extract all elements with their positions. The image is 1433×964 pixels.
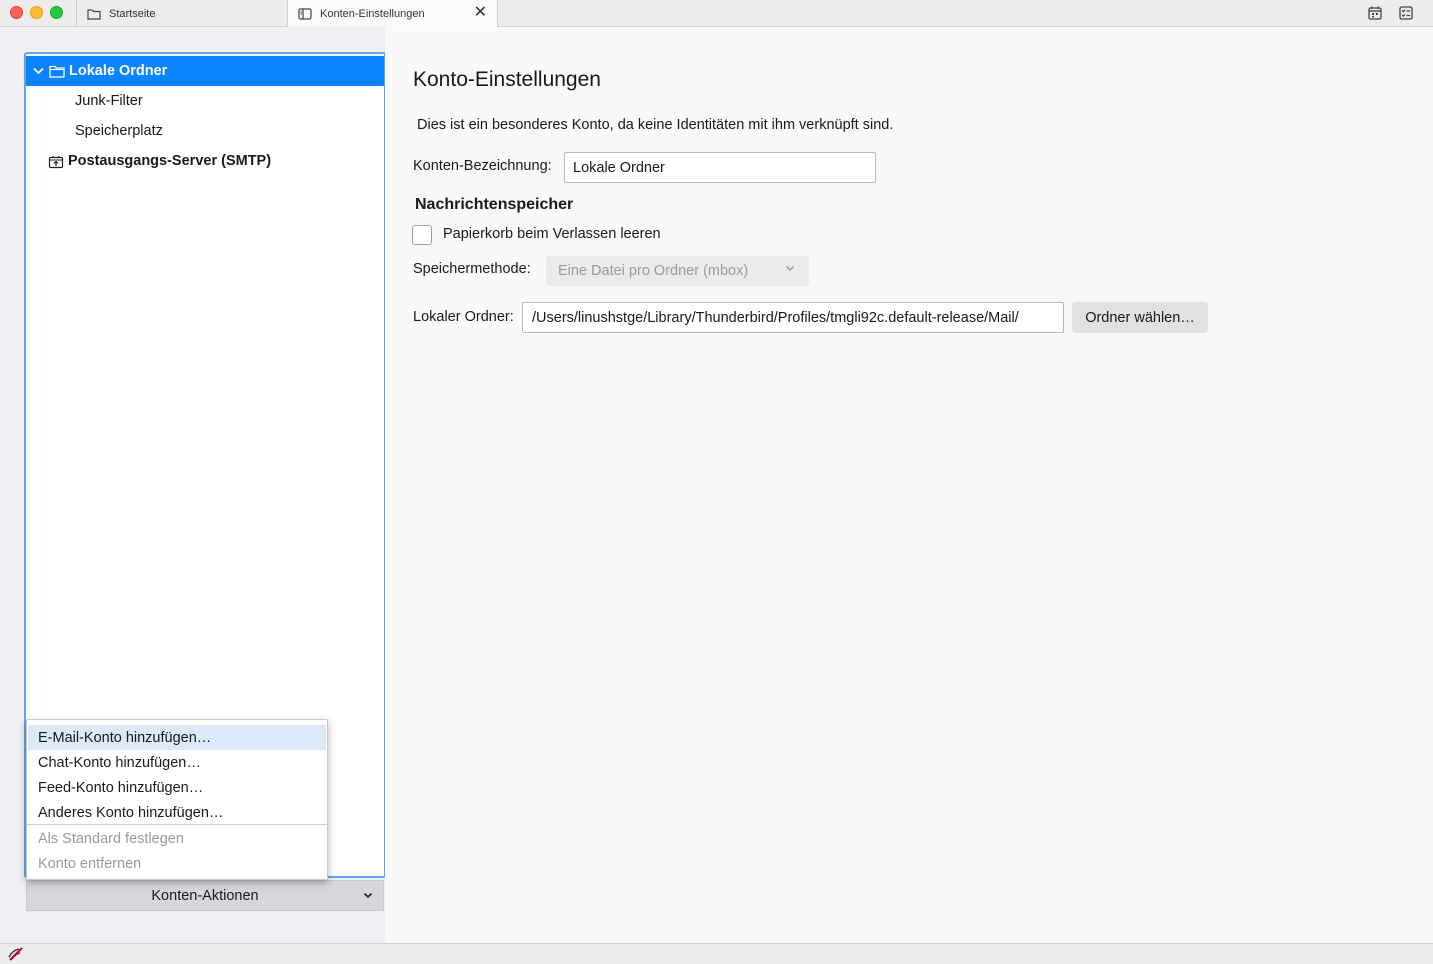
account-name-label: Konten-Bezeichnung: — [413, 158, 552, 174]
special-account-note: Dies ist ein besonderes Konto, da keine … — [417, 117, 894, 133]
menu-item-add-feed-account[interactable]: Feed-Konto hinzufügen… — [28, 775, 326, 800]
storage-method-label: Speichermethode: — [413, 261, 531, 277]
status-bar — [0, 943, 1433, 964]
tab-konten-einstellungen[interactable]: Konten-Einstellungen ✕ — [287, 0, 498, 28]
account-actions-menu: E-Mail-Konto hinzufügen… Chat-Konto hinz… — [26, 719, 328, 880]
tab-startseite[interactable]: Startseite — [76, 0, 286, 27]
choose-folder-button[interactable]: Ordner wählen… — [1072, 302, 1208, 333]
tree-item-smtp[interactable]: Postausgangs-Server (SMTP) — [26, 146, 384, 176]
menu-separator — [27, 824, 327, 825]
local-folder-input[interactable]: /Users/linushstge/Library/Thunderbird/Pr… — [522, 302, 1064, 333]
settings-page-icon — [298, 8, 312, 20]
title-bar: Startseite Konten-Einstellungen ✕ — [0, 0, 1433, 28]
zoom-window-button[interactable] — [50, 6, 63, 19]
offline-status-icon[interactable] — [7, 947, 25, 961]
folder-icon — [87, 8, 101, 20]
close-window-button[interactable] — [10, 6, 23, 19]
account-actions-button[interactable]: Konten-Aktionen — [26, 880, 384, 911]
tab-label: Konten-Einstellungen — [320, 8, 425, 20]
tree-item-label: Postausgangs-Server (SMTP) — [68, 153, 272, 169]
account-name-input[interactable]: Lokale Ordner — [564, 152, 876, 183]
tree-item-speicherplatz[interactable]: Speicherplatz — [26, 116, 384, 146]
storage-method-select: Eine Datei pro Ordner (mbox) — [546, 256, 809, 286]
menu-item-set-default: Als Standard festlegen — [38, 830, 184, 847]
chevron-down-icon — [363, 888, 373, 902]
tree-item-label: Lokale Ordner — [69, 63, 168, 79]
minimize-window-button[interactable] — [30, 6, 43, 19]
empty-trash-checkbox[interactable] — [412, 225, 432, 245]
page-title: Konto-Einstellungen — [413, 68, 601, 91]
tree-item-label: Junk-Filter — [75, 93, 143, 109]
storage-method-value: Eine Datei pro Ordner (mbox) — [558, 263, 749, 279]
tab-label: Startseite — [109, 7, 156, 20]
folder-icon — [49, 65, 65, 78]
calendar-icon[interactable] — [1367, 5, 1383, 21]
tasks-icon[interactable] — [1398, 5, 1414, 21]
chevron-down-icon — [785, 263, 795, 275]
outgoing-server-icon — [48, 155, 64, 168]
local-folder-label: Lokaler Ordner: — [413, 309, 514, 325]
close-tab-icon[interactable]: ✕ — [474, 5, 487, 21]
menu-item-add-chat-account[interactable]: Chat-Konto hinzufügen… — [28, 750, 326, 775]
menu-item-add-other-account[interactable]: Anderes Konto hinzufügen… — [28, 800, 326, 825]
chevron-down-icon[interactable] — [33, 64, 45, 78]
menu-item-add-email-account[interactable]: E-Mail-Konto hinzufügen… — [28, 725, 326, 750]
menu-item-remove-account: Konto entfernen — [38, 855, 142, 872]
empty-trash-label[interactable]: Papierkorb beim Verlassen leeren — [443, 226, 661, 242]
account-actions-label: Konten-Aktionen — [151, 887, 259, 904]
tree-item-junk-filter[interactable]: Junk-Filter — [26, 86, 384, 116]
tree-item-label: Speicherplatz — [75, 123, 163, 139]
message-storage-heading: Nachrichtenspeicher — [415, 196, 574, 213]
tree-item-lokale-ordner[interactable]: Lokale Ordner — [26, 56, 384, 86]
